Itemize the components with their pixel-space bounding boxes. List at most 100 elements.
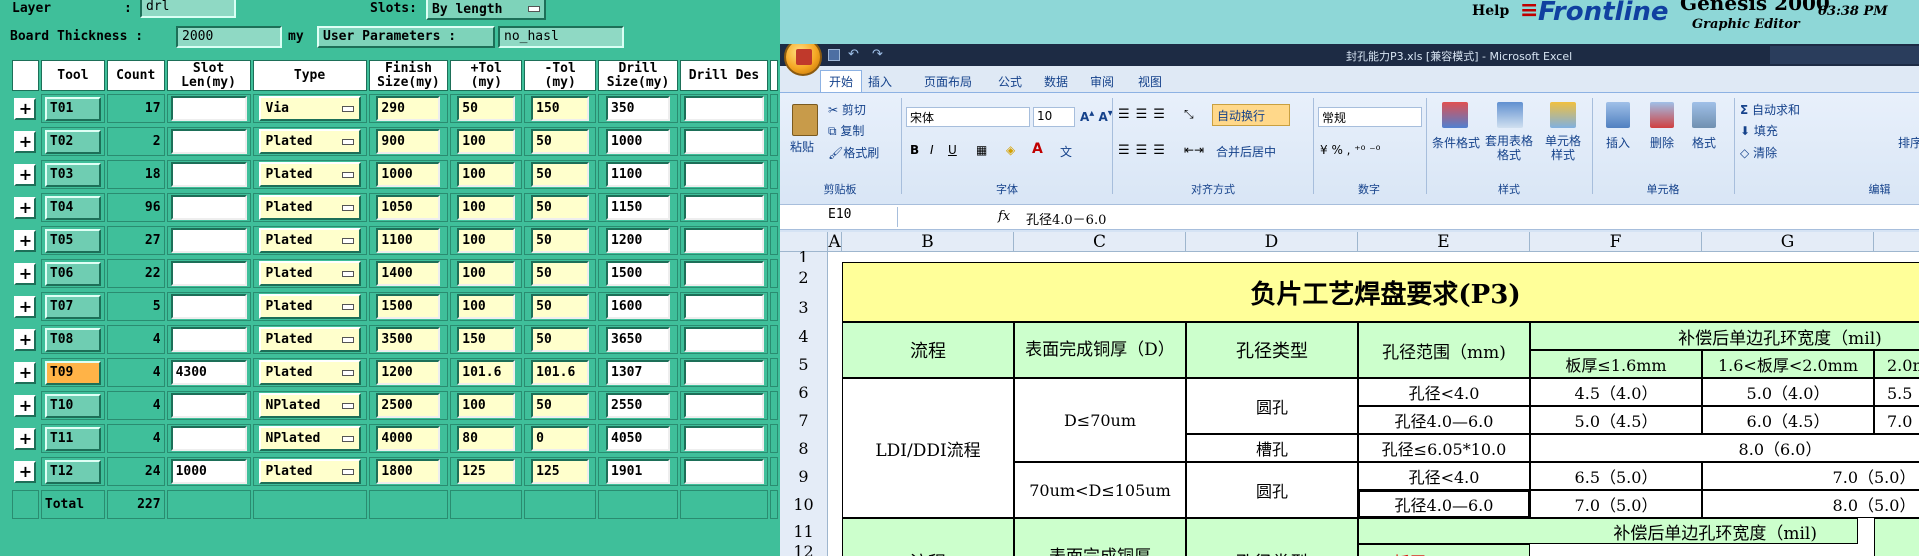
header2-ring[interactable]: 补偿后单边孔环宽度（mil) xyxy=(1358,518,1858,544)
cell-e9[interactable]: 孔径<4.0 xyxy=(1358,462,1530,490)
column-header[interactable]: B xyxy=(842,232,1014,252)
cell-e10[interactable]: 孔径4.0—6.0 xyxy=(1358,490,1530,518)
finish-size-input[interactable]: 1100 xyxy=(376,228,441,253)
finish-size-input[interactable]: 4000 xyxy=(376,426,441,451)
plus-tol-input[interactable]: 100 xyxy=(457,393,516,418)
slot-len-input[interactable] xyxy=(170,261,247,286)
plus-tol-input[interactable]: 80 xyxy=(457,426,516,451)
tab-insert[interactable]: 插入 xyxy=(860,70,900,92)
tool-button[interactable]: T01 xyxy=(44,96,101,121)
expand-icon[interactable]: + xyxy=(14,130,37,153)
minus-tol-input[interactable]: 101.6 xyxy=(531,360,590,385)
undo-icon[interactable]: ↶ xyxy=(848,47,859,62)
type-dropdown[interactable]: Plated xyxy=(258,162,361,187)
finish-size-input[interactable]: 1050 xyxy=(376,195,441,220)
vertical-align-icons[interactable]: ☰☰☰ xyxy=(1118,107,1171,122)
cell-h6[interactable]: 5.5（4. xyxy=(1874,378,1919,406)
tab-view[interactable]: 视图 xyxy=(1130,70,1170,92)
tool-button[interactable]: T03 xyxy=(44,162,101,187)
drill-size-input[interactable]: 350 xyxy=(606,96,671,121)
finish-size-input[interactable]: 2500 xyxy=(376,393,441,418)
expand-icon[interactable]: + xyxy=(14,460,37,483)
tool-button[interactable]: T10 xyxy=(44,393,101,418)
plus-tol-input[interactable]: 125 xyxy=(457,459,516,484)
type-dropdown[interactable]: Via xyxy=(258,96,361,121)
cell-f7[interactable]: 5.0（4.5） xyxy=(1530,406,1702,434)
drill-size-input[interactable]: 1150 xyxy=(606,195,671,220)
fill-button[interactable]: ⬇ 填充 xyxy=(1740,122,1778,139)
tool-button[interactable]: T12 xyxy=(44,459,101,484)
drill-des-input[interactable] xyxy=(683,96,764,121)
expand-icon[interactable]: + xyxy=(14,427,37,450)
finish-size-input[interactable]: 900 xyxy=(376,129,441,154)
cell-round-1[interactable]: 圆孔 xyxy=(1186,378,1358,434)
bold-button[interactable]: B xyxy=(910,143,919,157)
minus-tol-input[interactable]: 150 xyxy=(531,96,590,121)
cell-round-2[interactable]: 圆孔 xyxy=(1186,462,1358,518)
tab-review[interactable]: 审阅 xyxy=(1082,70,1122,92)
cell-e6[interactable]: 孔径<4.0 xyxy=(1358,378,1530,406)
row-header[interactable]: 2 xyxy=(780,262,828,292)
cell-f8[interactable]: 8.0（6.0） xyxy=(1530,434,1919,462)
user-parameters-input[interactable]: no_hasl xyxy=(498,26,624,48)
drill-des-input[interactable] xyxy=(683,294,764,319)
cell-e7[interactable]: 孔径4.0—6.0 xyxy=(1358,406,1530,434)
type-dropdown[interactable]: Plated xyxy=(258,129,361,154)
drill-size-input[interactable]: 1901 xyxy=(606,459,671,484)
column-header[interactable]: C xyxy=(1014,232,1186,252)
header-copper[interactable]: 表面完成铜厚（D） xyxy=(1014,322,1186,378)
finish-size-input[interactable]: 290 xyxy=(376,96,441,121)
plus-tol-input[interactable]: 50 xyxy=(457,96,516,121)
plus-tol-input[interactable]: 100 xyxy=(457,195,516,220)
drill-size-input[interactable]: 1000 xyxy=(606,129,671,154)
minus-tol-input[interactable]: 50 xyxy=(531,261,590,286)
drill-size-input[interactable]: 2550 xyxy=(606,393,671,418)
row-header[interactable]: 7 xyxy=(780,406,828,434)
board-thickness-input[interactable]: 2000 xyxy=(176,26,282,48)
drill-des-input[interactable] xyxy=(683,459,764,484)
header2-t1[interactable]: 板厚<0.7mm xyxy=(1358,544,1530,556)
row-header[interactable]: 5 xyxy=(780,350,828,378)
italic-button[interactable]: I xyxy=(930,143,934,157)
drill-des-input[interactable] xyxy=(683,195,764,220)
cell-g6[interactable]: 5.0（4.0） xyxy=(1702,378,1874,406)
phonetic-icon[interactable]: 文 xyxy=(1060,143,1072,160)
header2-copper[interactable]: 表面完成铜厚 xyxy=(1014,518,1186,556)
cell-f10[interactable]: 7.0（5.0） xyxy=(1530,490,1702,518)
tab-data[interactable]: 数据 xyxy=(1036,70,1076,92)
cell-f9[interactable]: 6.5（5.0） xyxy=(1530,462,1702,490)
plus-tol-input[interactable]: 100 xyxy=(457,261,516,286)
type-dropdown[interactable]: Plated xyxy=(258,327,361,352)
type-dropdown[interactable]: Plated xyxy=(258,294,361,319)
type-dropdown[interactable]: NPlated xyxy=(258,393,361,418)
drill-des-input[interactable] xyxy=(683,162,764,187)
layer-field[interactable]: drl xyxy=(140,0,236,18)
number-format-select[interactable]: 常规 xyxy=(1318,107,1422,127)
expand-icon[interactable]: + xyxy=(14,295,37,318)
row-header[interactable]: 6 xyxy=(780,378,828,406)
tool-button[interactable]: T04 xyxy=(44,195,101,220)
slot-len-input[interactable] xyxy=(170,294,247,319)
cell-e8[interactable]: 孔径≤6.05*10.0 xyxy=(1358,434,1530,462)
border-icon[interactable]: ▦ xyxy=(976,143,987,157)
finish-size-input[interactable]: 1500 xyxy=(376,294,441,319)
tool-button[interactable]: T07 xyxy=(44,294,101,319)
plus-tol-input[interactable]: 150 xyxy=(457,327,516,352)
font-color-icon[interactable]: A xyxy=(1032,141,1043,157)
slot-len-input[interactable] xyxy=(170,228,247,253)
name-box[interactable]: E10 xyxy=(784,207,898,227)
wrap-text-button[interactable]: 自动换行 xyxy=(1212,104,1290,126)
expand-icon[interactable]: + xyxy=(14,97,37,120)
tool-button[interactable]: T11 xyxy=(44,426,101,451)
merge-center-button[interactable]: 合并后居中 xyxy=(1216,143,1276,160)
column-header[interactable]: G xyxy=(1702,232,1874,252)
drill-size-input[interactable]: 1307 xyxy=(606,360,671,385)
formula-input[interactable]: 孔径4.0－6.0 xyxy=(1026,209,1106,228)
slot-len-input[interactable] xyxy=(170,327,247,352)
sheet-title[interactable]: 负片工艺焊盘要求(P3) xyxy=(842,262,1919,322)
drill-size-input[interactable]: 1500 xyxy=(606,261,671,286)
type-dropdown[interactable]: NPlated xyxy=(258,426,361,451)
row-header[interactable]: 9 xyxy=(780,462,828,490)
drill-size-input[interactable]: 1200 xyxy=(606,228,671,253)
column-header[interactable]: E xyxy=(1358,232,1530,252)
